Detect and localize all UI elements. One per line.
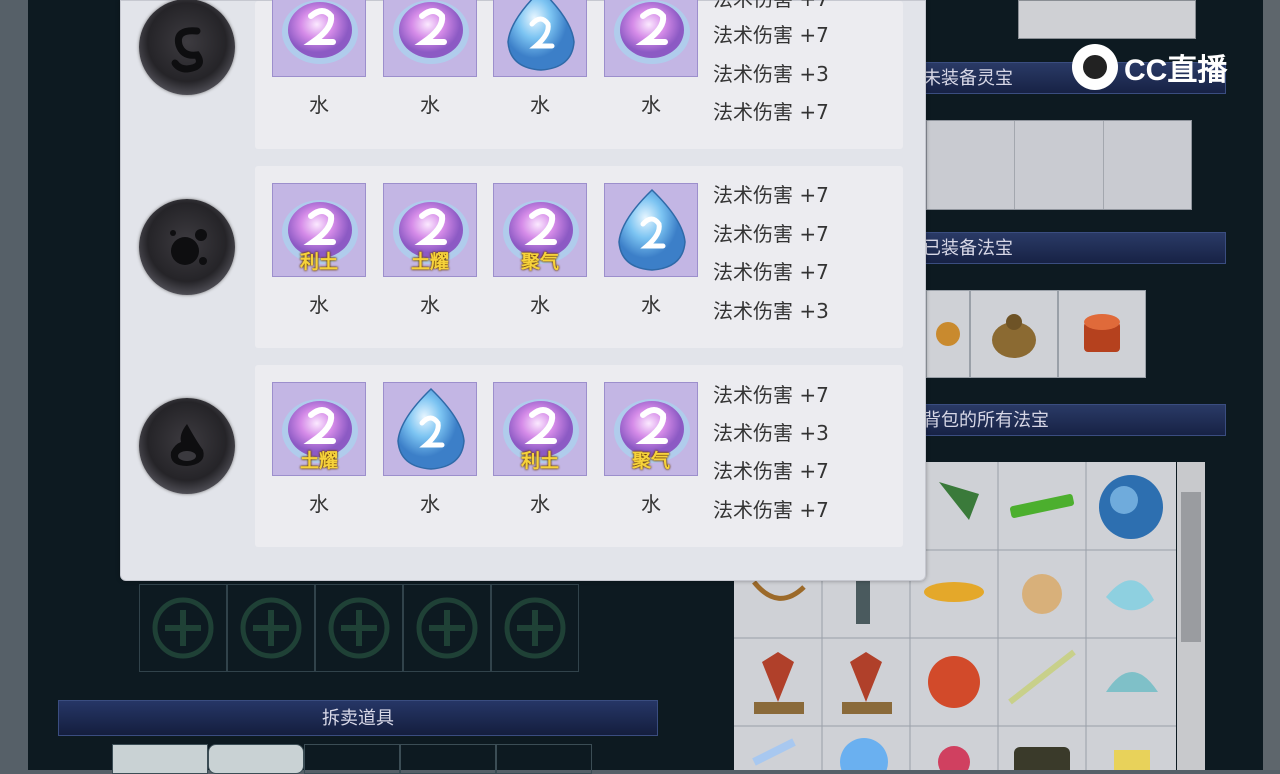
empty-slot-grid — [139, 584, 579, 672]
gem-tag-label: 利土 — [520, 450, 559, 472]
swirl-icon — [139, 0, 235, 95]
gem-slot[interactable]: 聚气 — [493, 183, 587, 277]
gem-element-label: 水 — [530, 492, 550, 516]
attribute-line: 法术伤害 +7 — [713, 183, 829, 207]
gem-slot[interactable] — [604, 0, 698, 77]
bar-label: 背包的所有法宝 — [923, 410, 1049, 431]
gem-slot[interactable]: 利土 — [493, 382, 587, 476]
gem-element-label: 水 — [641, 293, 661, 317]
gem-tag-label: 聚气 — [631, 450, 670, 472]
cc-logo-icon — [1072, 44, 1118, 90]
lingbao-slot[interactable] — [1015, 121, 1104, 209]
gem-slot[interactable] — [493, 0, 587, 77]
gem-element-label: 水 — [530, 293, 550, 317]
bar-label: 未装备灵宝 — [923, 68, 1013, 89]
gem-element-label: 水 — [420, 93, 440, 117]
gem-slot[interactable]: 利土 — [272, 183, 366, 277]
all-fabao-bar: 背包的所有法宝 — [900, 404, 1226, 436]
gem-tag-label: 利土 — [299, 251, 338, 273]
treasure-image — [1018, 0, 1196, 39]
gem-slot[interactable] — [383, 0, 477, 77]
lingbao-slots — [926, 120, 1192, 210]
gem-slot[interactable]: 聚气 — [604, 382, 698, 476]
cc-live-logo: CC直播 — [1072, 44, 1227, 90]
attribute-line: 法术伤害 +7 — [713, 222, 829, 246]
attribute-line: 法术伤害 +7 — [713, 0, 829, 12]
gem-element-label: 水 — [309, 492, 329, 516]
fabao-slot[interactable] — [1058, 290, 1146, 378]
empty-slot[interactable] — [491, 584, 579, 672]
gem-element-label: 水 — [309, 293, 329, 317]
fabao-slot[interactable] — [970, 290, 1058, 378]
lingbao-slot[interactable] — [927, 121, 1016, 209]
gem-element-label: 水 — [420, 293, 440, 317]
gem-slot[interactable]: 土耀 — [383, 183, 477, 277]
empty-slot[interactable] — [227, 584, 315, 672]
scrollbar-thumb[interactable] — [1181, 492, 1201, 642]
gem-tag-label: 土耀 — [410, 251, 449, 273]
attribute-line: 法术伤害 +3 — [713, 62, 829, 86]
gem-element-label: 水 — [530, 93, 550, 117]
gem-detail-popup: 水水水水法术伤害 +7法术伤害 +7法术伤害 +3法术伤害 +7利土水土耀水聚气… — [120, 0, 926, 581]
gem-element-label: 水 — [420, 492, 440, 516]
flame-icon — [139, 398, 235, 494]
attribute-line: 法术伤害 +7 — [713, 383, 829, 407]
gem-tag-label: 聚气 — [520, 251, 559, 273]
equipped-fabao-row — [926, 290, 1146, 378]
inventory-scrollbar[interactable] — [1177, 462, 1205, 770]
attribute-line: 法术伤害 +7 — [713, 100, 829, 124]
gem-element-label: 水 — [641, 93, 661, 117]
attribute-line: 法术伤害 +3 — [713, 299, 829, 323]
bar-label: 已装备法宝 — [923, 238, 1013, 259]
sell-items-bar: 拆卖道具 — [58, 700, 658, 736]
empty-slot[interactable] — [139, 584, 227, 672]
gem-element-label: 水 — [309, 93, 329, 117]
gem-slot[interactable] — [383, 382, 477, 476]
equipped-fabao-bar: 已装备法宝 — [900, 232, 1226, 264]
fabao-slot[interactable] — [926, 290, 970, 378]
lingbao-slot[interactable] — [1104, 121, 1191, 209]
window-gutter — [1263, 0, 1280, 770]
attribute-line: 法术伤害 +7 — [713, 260, 829, 284]
empty-slot[interactable] — [315, 584, 403, 672]
attribute-line: 法术伤害 +7 — [713, 459, 829, 483]
gem-slot[interactable]: 土耀 — [272, 382, 366, 476]
gem-slot[interactable] — [272, 0, 366, 77]
empty-slot[interactable] — [403, 584, 491, 672]
gem-tag-label: 土耀 — [299, 450, 338, 472]
logo-text: CC直播 — [1124, 54, 1228, 87]
attribute-line: 法术伤害 +3 — [713, 421, 829, 445]
attribute-line: 法术伤害 +7 — [713, 498, 829, 522]
attribute-line: 法术伤害 +7 — [713, 23, 829, 47]
gem-slot[interactable] — [604, 183, 698, 277]
gem-element-label: 水 — [641, 492, 661, 516]
ink-splash-icon — [139, 199, 235, 295]
